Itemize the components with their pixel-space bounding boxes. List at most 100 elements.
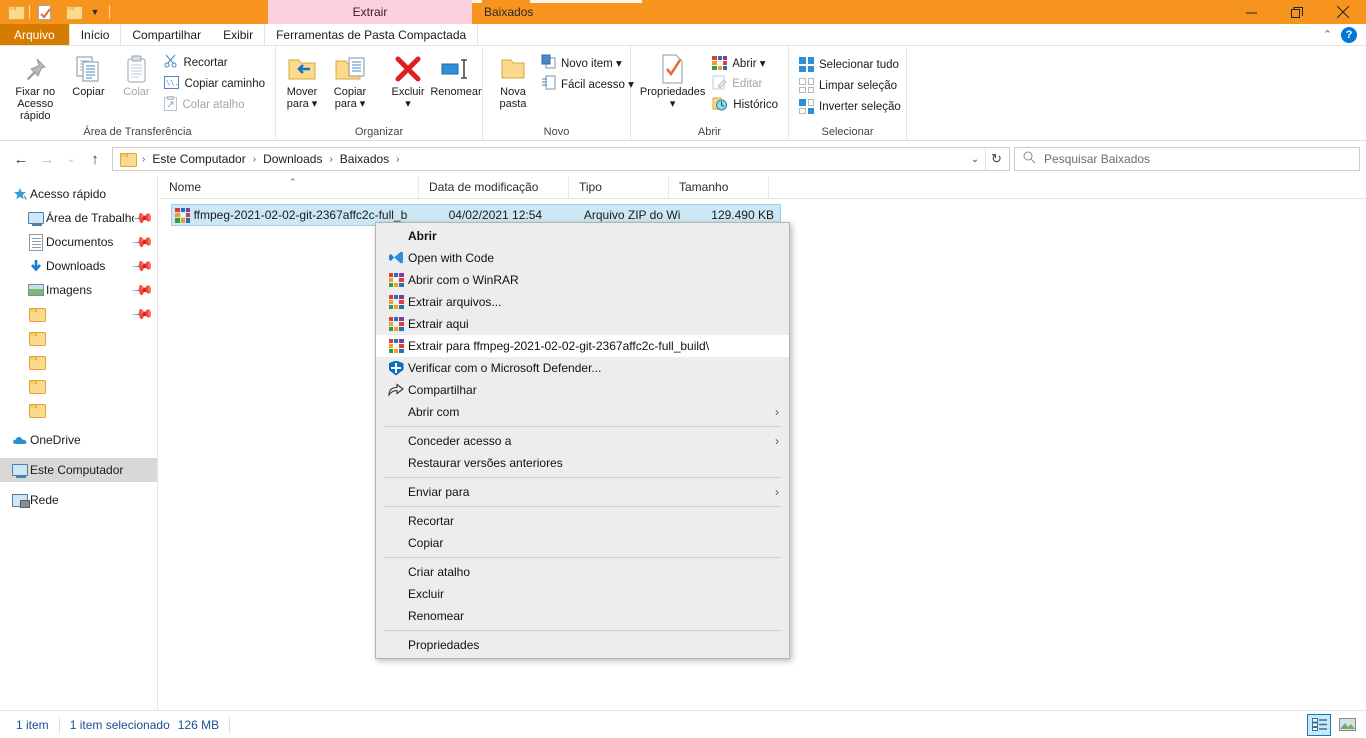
qat-new-folder-icon[interactable] bbox=[62, 1, 84, 23]
tab-compartilhar[interactable]: Compartilhar bbox=[121, 24, 212, 45]
history-button[interactable]: Histórico bbox=[708, 94, 782, 115]
menu-item-enviar-para[interactable]: Enviar para › bbox=[376, 481, 789, 503]
details-view-button[interactable] bbox=[1307, 713, 1331, 736]
sidebar-item-rede[interactable]: Rede bbox=[0, 488, 157, 512]
menu-item-open-with-code[interactable]: Open with Code bbox=[376, 247, 789, 269]
up-button[interactable]: ↑ bbox=[82, 146, 108, 172]
sidebar-item-folder-5[interactable] bbox=[0, 398, 157, 422]
sidebar-item-imagens[interactable]: Imagens 📌 bbox=[0, 278, 157, 302]
address-history-dropdown[interactable]: ⌄ bbox=[965, 148, 985, 170]
select-all-button[interactable]: Selecionar tudo bbox=[795, 54, 905, 75]
navigation-bar[interactable]: ← → ⌄ ↑ › Este Computador › Downloads › … bbox=[0, 142, 1366, 176]
tab-ferramentas-pasta-compactada[interactable]: Ferramentas de Pasta Compactada bbox=[264, 24, 479, 45]
ribbon-tab-bar[interactable]: Arquivo Início Compartilhar Exibir Ferra… bbox=[0, 24, 1366, 46]
column-headers[interactable]: Nome ⌃ Data de modificação Tipo Tamanho bbox=[159, 175, 1366, 199]
move-to-button[interactable]: Mover para ▾ bbox=[278, 50, 326, 112]
back-button[interactable]: ← bbox=[8, 146, 34, 172]
ribbon[interactable]: Fixar no Acesso rápido Copiar Colar Reco… bbox=[0, 46, 1366, 141]
maximize-restore-button[interactable] bbox=[1274, 0, 1320, 24]
cut-button[interactable]: Recortar bbox=[160, 52, 269, 73]
menu-item-criar-atalho[interactable]: Criar atalho bbox=[376, 561, 789, 583]
help-icon[interactable]: ? bbox=[1341, 26, 1357, 43]
pin-to-quick-access-button[interactable]: Fixar no Acesso rápido bbox=[6, 50, 64, 124]
qat-properties-icon[interactable] bbox=[33, 1, 55, 23]
large-icons-view-button[interactable] bbox=[1336, 715, 1358, 735]
search-box[interactable]: Pesquisar Baixados bbox=[1014, 147, 1360, 171]
sidebar-item-folder-3[interactable] bbox=[0, 350, 157, 374]
tab-inicio[interactable]: Início bbox=[68, 24, 122, 45]
sidebar-item-este-computador[interactable]: Este Computador bbox=[0, 458, 157, 482]
menu-item-abrir-com-winrar[interactable]: Abrir com o WinRAR bbox=[376, 269, 789, 291]
menu-item-excluir[interactable]: Excluir bbox=[376, 583, 789, 605]
breadcrumb-separator-0[interactable]: › bbox=[140, 154, 147, 165]
open-with-button[interactable]: Abrir ▾ bbox=[708, 52, 782, 73]
column-header-tipo[interactable]: Tipo bbox=[569, 175, 669, 199]
tab-arquivo[interactable]: Arquivo bbox=[0, 24, 69, 45]
collapse-ribbon-icon[interactable]: ⌃ bbox=[1323, 28, 1332, 41]
sidebar-item-onedrive[interactable]: OneDrive bbox=[0, 428, 157, 452]
pin-icon[interactable]: 📌 bbox=[130, 254, 155, 278]
pin-icon[interactable]: 📌 bbox=[130, 278, 155, 302]
sidebar-item-acesso-rapido[interactable]: Acesso rápido bbox=[0, 182, 157, 206]
navigation-pane[interactable]: Acesso rápido Área de Trabalho 📌 Documen… bbox=[0, 176, 158, 710]
rename-button[interactable]: Renomear bbox=[430, 50, 482, 100]
menu-item-extrair-aqui[interactable]: Extrair aqui bbox=[376, 313, 789, 335]
delete-button[interactable]: Excluir ▾ bbox=[384, 50, 432, 112]
context-menu[interactable]: Abrir Open with Code Abrir com o WinRAR … bbox=[375, 222, 790, 659]
invert-selection-button[interactable]: Inverter seleção bbox=[795, 96, 905, 117]
breadcrumb-downloads[interactable]: Downloads bbox=[258, 148, 327, 170]
title-bar[interactable]: ▼ Extrair Baixados bbox=[0, 0, 1366, 24]
menu-item-abrir[interactable]: Abrir bbox=[376, 225, 789, 247]
menu-item-compartilhar[interactable]: Compartilhar bbox=[376, 379, 789, 401]
menu-item-renomear[interactable]: Renomear bbox=[376, 605, 789, 627]
forward-button[interactable]: → bbox=[34, 146, 60, 172]
sidebar-item-documentos[interactable]: Documentos 📌 bbox=[0, 230, 157, 254]
breadcrumb-separator-1[interactable]: › bbox=[251, 154, 258, 165]
menu-item-verificar-defender[interactable]: Verificar com o Microsoft Defender... bbox=[376, 357, 789, 379]
window-controls[interactable] bbox=[1228, 0, 1366, 24]
tab-exibir[interactable]: Exibir bbox=[212, 24, 264, 45]
quick-access-toolbar[interactable]: ▼ bbox=[0, 0, 113, 24]
column-header-nome[interactable]: Nome ⌃ bbox=[159, 175, 419, 199]
close-button[interactable] bbox=[1320, 0, 1366, 24]
menu-item-propriedades[interactable]: Propriedades bbox=[376, 634, 789, 656]
sidebar-item-folder-2[interactable] bbox=[0, 326, 157, 350]
breadcrumb-root-icon[interactable] bbox=[115, 148, 140, 170]
sidebar-item-folder-1[interactable]: 📌 bbox=[0, 302, 157, 326]
copy-button[interactable]: Copiar bbox=[64, 50, 112, 100]
qat-folder-icon[interactable] bbox=[4, 1, 26, 23]
menu-item-recortar[interactable]: Recortar bbox=[376, 510, 789, 532]
breadcrumb-separator-3[interactable]: › bbox=[394, 154, 401, 165]
sidebar-item-area-de-trabalho[interactable]: Área de Trabalho 📌 bbox=[0, 206, 157, 230]
pin-icon[interactable]: 📌 bbox=[130, 230, 155, 254]
clear-selection-button[interactable]: Limpar seleção bbox=[795, 75, 905, 96]
new-folder-button[interactable]: Nova pasta bbox=[489, 50, 537, 112]
sidebar-item-folder-4[interactable] bbox=[0, 374, 157, 398]
menu-item-extrair-arquivos[interactable]: Extrair arquivos... bbox=[376, 291, 789, 313]
recent-locations-button[interactable]: ⌄ bbox=[60, 146, 82, 172]
menu-item-conceder-acesso-a[interactable]: Conceder acesso a › bbox=[376, 430, 789, 452]
pin-icon[interactable]: 📌 bbox=[130, 206, 155, 230]
breadcrumb-separator-2[interactable]: › bbox=[327, 154, 334, 165]
copy-to-button[interactable]: Copiar para ▾ bbox=[326, 50, 374, 112]
copy-path-button[interactable]: \\.. Copiar caminho bbox=[160, 73, 269, 94]
menu-item-extrair-para-pasta[interactable]: Extrair para ffmpeg-2021-02-02-git-2367a… bbox=[376, 335, 789, 357]
easy-access-button[interactable]: Fácil acesso ▾ bbox=[537, 73, 638, 94]
column-header-filler[interactable] bbox=[769, 176, 1366, 199]
pin-icon[interactable]: 📌 bbox=[130, 302, 155, 326]
menu-item-restaurar-versoes-anteriores[interactable]: Restaurar versões anteriores bbox=[376, 452, 789, 474]
menu-item-abrir-com[interactable]: Abrir com › bbox=[376, 401, 789, 423]
menu-item-copiar[interactable]: Copiar bbox=[376, 532, 789, 554]
refresh-button[interactable]: ↻ bbox=[985, 148, 1007, 170]
chevron-down-icon[interactable]: ▼ bbox=[84, 1, 106, 23]
sidebar-item-downloads[interactable]: Downloads 📌 bbox=[0, 254, 157, 278]
properties-button[interactable]: Propriedades ▾ bbox=[637, 50, 708, 112]
column-header-data-modificacao[interactable]: Data de modificação bbox=[419, 175, 569, 199]
breadcrumb-este-computador[interactable]: Este Computador bbox=[147, 148, 250, 170]
minimize-button[interactable] bbox=[1228, 0, 1274, 24]
new-item-button[interactable]: Novo item ▾ bbox=[537, 52, 638, 73]
column-header-tamanho[interactable]: Tamanho bbox=[669, 175, 769, 199]
address-bar[interactable]: › Este Computador › Downloads › Baixados… bbox=[112, 147, 1010, 171]
breadcrumb-baixados[interactable]: Baixados bbox=[335, 148, 394, 170]
view-buttons[interactable] bbox=[1307, 713, 1358, 736]
